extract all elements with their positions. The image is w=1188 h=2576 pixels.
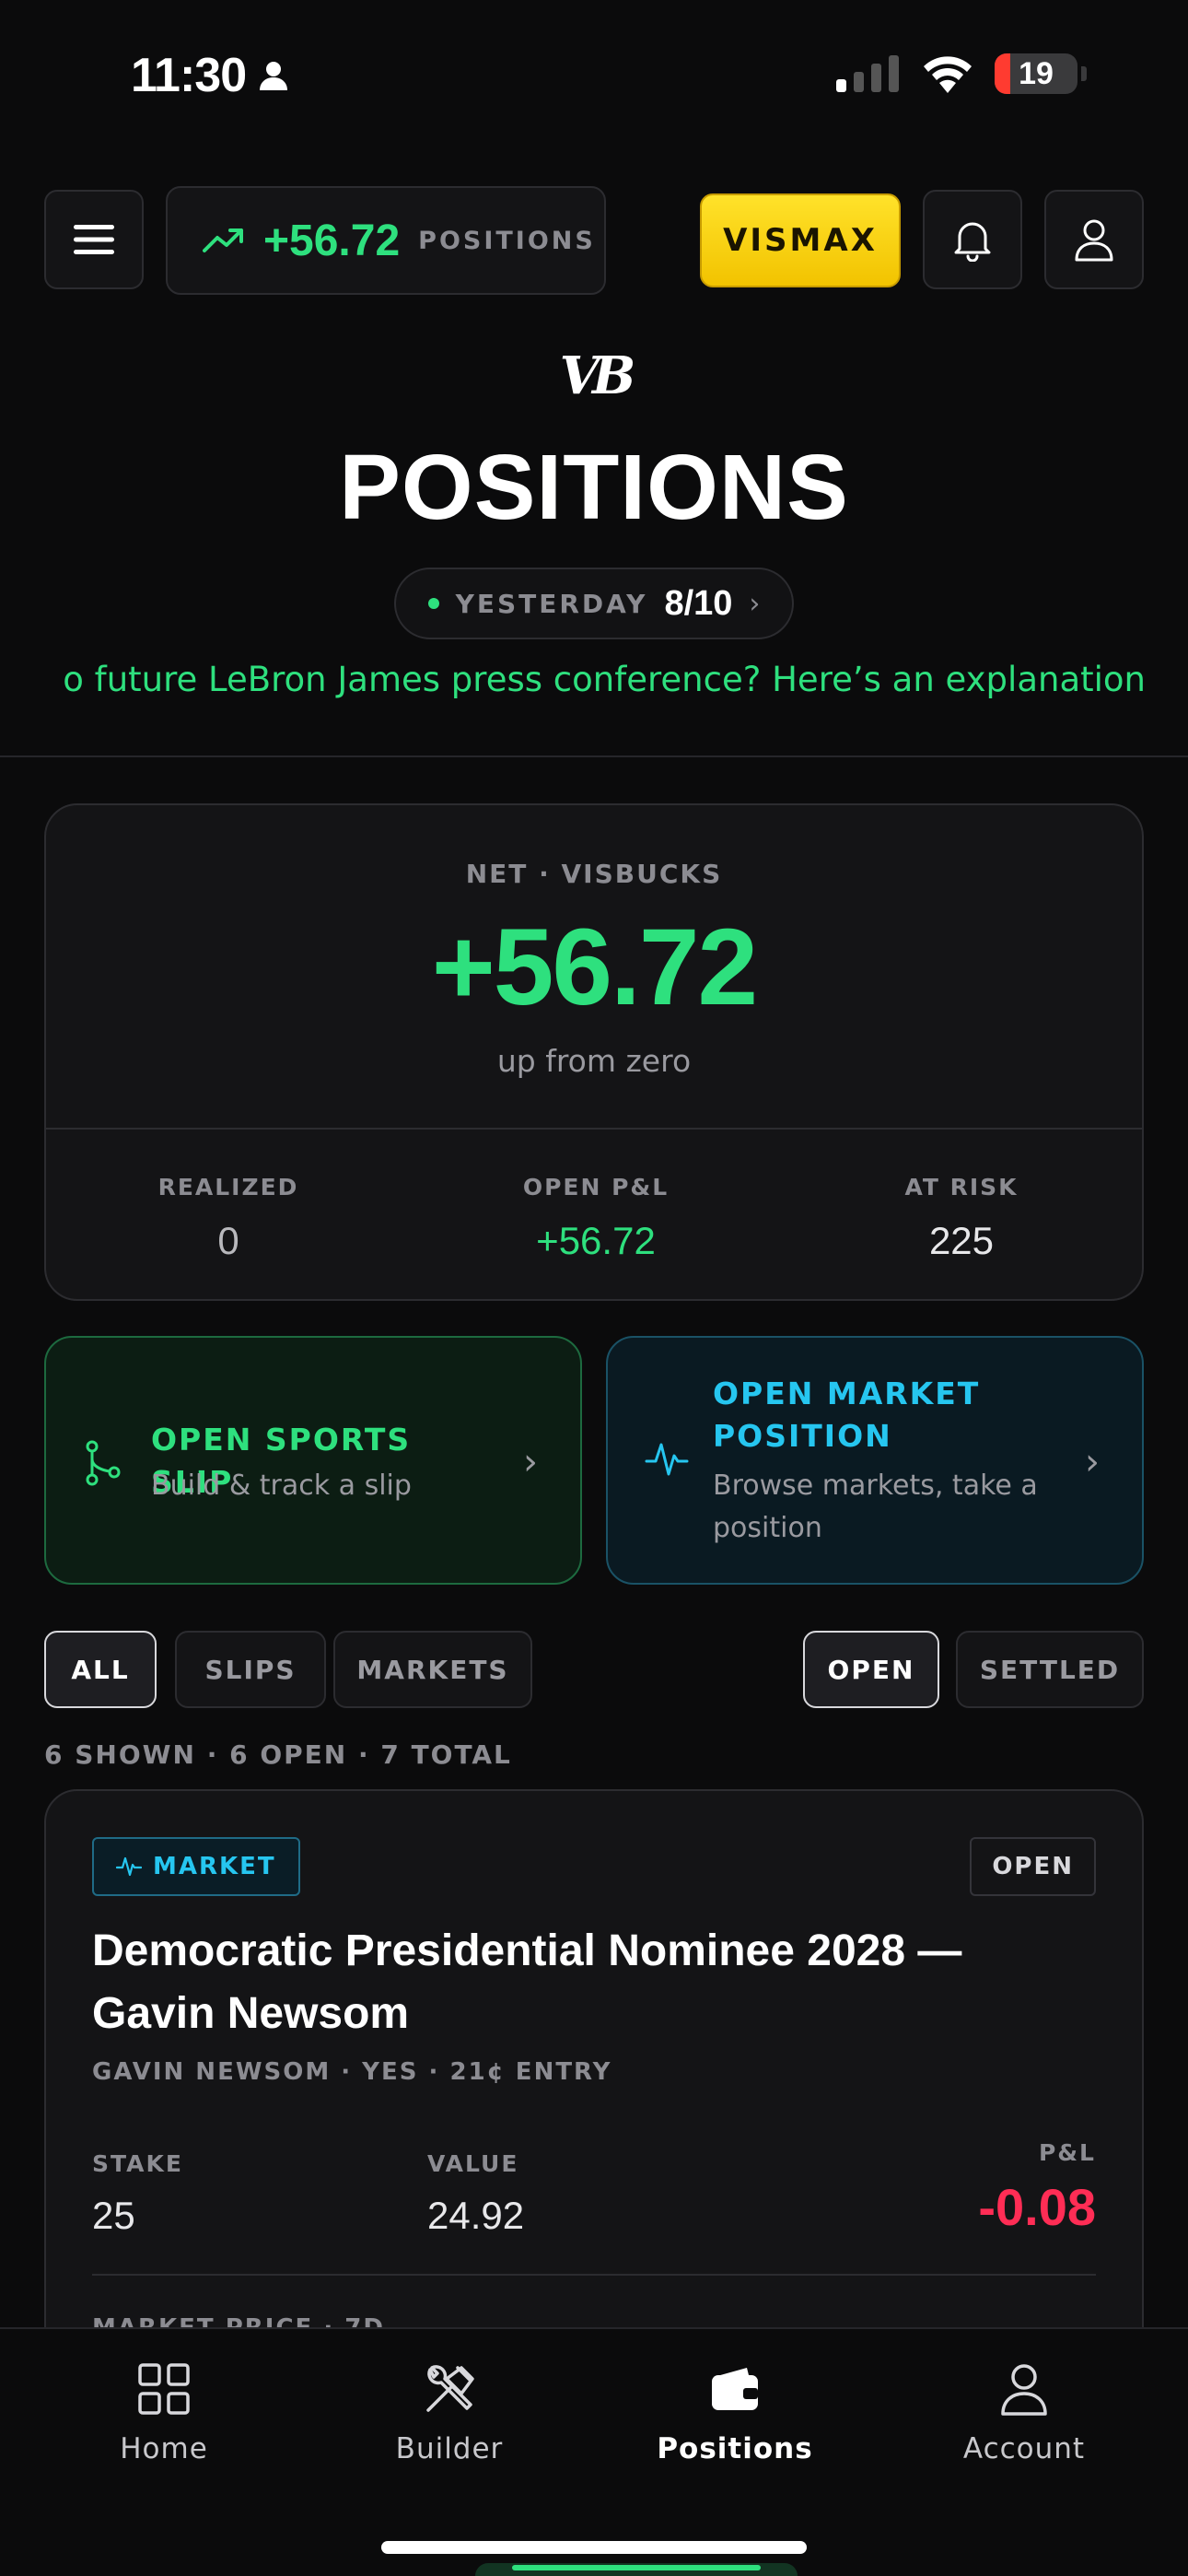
market-badge: MARKET [92,1837,300,1896]
stat-label: AT RISK [904,1174,1019,1200]
trending-up-icon [203,228,243,252]
net-label: NET · VISBUCKS [465,859,723,889]
stat-label: OPEN P&L [522,1174,670,1200]
stat-value: +56.72 [536,1219,656,1262]
stat-label: VALUE [427,2150,519,2177]
action-subtitle: Build & track a slip [151,1469,412,1502]
filter-all[interactable]: ALL [44,1631,157,1708]
positions-summary-chip[interactable]: +56.72 POSITIONS [166,186,606,295]
position-title: Democratic Presidential Nominee 2028 — G… [92,1926,962,2038]
nav-home[interactable]: Home [21,2362,307,2465]
chevron-right-icon: › [1085,1441,1100,1483]
filter-open[interactable]: OPEN [803,1631,939,1708]
nav-label: Home [120,2432,208,2465]
stat-open-pnl: OPEN P&L +56.72 [458,1174,734,1263]
badge-label: MARKET [153,1853,276,1880]
card-divider [46,1128,1142,1130]
stat-value: 24.92 [427,2194,525,2237]
day-score: 8/10 [664,583,733,623]
activity-icon [645,1443,689,1476]
results-summary: 6 SHOWN · 6 OPEN · 7 TOTAL [44,1739,512,1770]
battery-indicator: 19 [995,53,1077,94]
daily-score-pill[interactable]: YESTERDAY 8/10 › [394,568,794,639]
open-sports-slip-button[interactable]: OPEN SPORTS SLIP Build & track a slip › [44,1336,582,1585]
card-divider [92,2274,1096,2276]
header-divider [0,755,1188,757]
status-badge: OPEN [970,1837,1096,1896]
branch-icon [86,1440,121,1486]
user-icon [1075,219,1113,262]
news-ticker[interactable]: o future LeBron James press conference? … [0,660,1188,706]
net-value: +56.72 [431,907,758,1028]
net-summary-card: NET · VISBUCKS +56.72 up from zero REALI… [44,803,1144,1301]
wifi-icon [924,56,972,93]
filter-markets[interactable]: MARKETS [333,1631,532,1708]
clock-text: 11:30 [131,49,247,102]
bell-icon [954,222,991,262]
filter-slips[interactable]: SLIPS [175,1631,326,1708]
notifications-button[interactable] [923,190,1022,289]
positions-label: POSITIONS [418,226,596,255]
chevron-right-icon: › [523,1441,538,1483]
nav-label: Builder [395,2432,504,2465]
value-stat: VALUE 24.92 [427,2150,524,2238]
home-indicator[interactable] [381,2541,807,2554]
profile-button[interactable] [1044,190,1144,289]
battery-percent: 19 [1019,55,1054,91]
grid-icon [138,2363,190,2415]
open-market-position-button[interactable]: OPEN MARKET POSITION Browse markets, tak… [606,1336,1144,1585]
action-title: OPEN MARKET POSITION [713,1376,981,1454]
pnl-stat: P&L -0.08 [978,2139,1096,2237]
stat-at-risk: AT RISK 225 [823,1174,1100,1263]
wallet-icon [712,2368,758,2410]
chevron-right-icon: › [749,587,761,620]
tools-icon [426,2365,474,2412]
nav-positions[interactable]: Positions [592,2362,878,2465]
positions-value: +56.72 [263,216,401,265]
pnl-value: -0.08 [978,2178,1096,2236]
ticker-text: o future LeBron James press conference? … [63,660,1146,699]
filter-settled[interactable]: SETTLED [956,1631,1144,1708]
menu-button[interactable] [44,190,144,289]
stat-label: P&L [1038,2139,1096,2166]
status-indicators: 19 [836,53,1087,94]
person-icon [1001,2364,1047,2416]
nav-label: Positions [657,2432,813,2465]
bottom-nav: Home Builder Positions Account [0,2327,1188,2576]
stat-value: 0 [217,1219,239,1262]
status-time: 11:30 [131,48,290,103]
stat-value: 25 [92,2194,135,2237]
stake-stat: STAKE 25 [92,2150,183,2238]
stat-value: 225 [928,1219,995,1262]
activity-icon [116,1856,142,1877]
action-subtitle: Browse markets, take a position [713,1469,1038,1544]
stat-label: REALIZED [157,1174,299,1200]
nav-account[interactable]: Account [881,2362,1167,2465]
battery-tip [1081,66,1087,81]
stat-realized: REALIZED 0 [90,1174,367,1263]
nav-builder[interactable]: Builder [307,2362,592,2465]
live-dot [427,598,439,609]
stat-label: STAKE [92,2150,183,2177]
person-status-icon [260,62,288,90]
position-meta: GAVIN NEWSOM · YES · 21¢ ENTRY [92,2058,612,2086]
day-label: YESTERDAY [455,588,648,619]
cellular-signal-icon [836,55,899,92]
bottom-sheet-accent [512,2565,761,2570]
net-subtitle: up from zero [496,1043,692,1079]
page-title: POSITIONS [339,436,849,539]
nav-label: Account [962,2432,1086,2465]
hamburger-icon [74,225,114,254]
brand-logo: VB [559,345,636,406]
vismax-button[interactable]: VISMAX [700,193,901,287]
